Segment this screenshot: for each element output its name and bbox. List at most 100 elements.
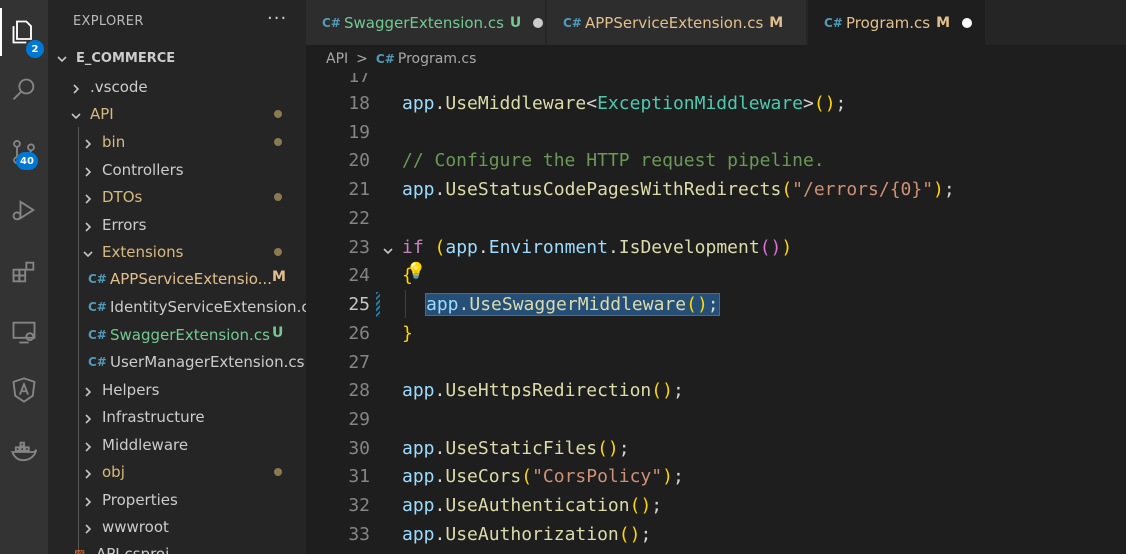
tree-item-label: Controllers [102,160,184,179]
tab-program[interactable]: C# Program.cs M [808,0,986,45]
tree-item-label: wwwroot [102,517,169,536]
tree-folder-wwwroot[interactable]: wwwroot [48,513,306,540]
lightbulb-icon[interactable]: 💡 [406,261,426,280]
line-number: 28 [348,380,370,401]
tree-folder-errors[interactable]: Errors [48,211,306,238]
code-line: 33 app.UseAuthorization(); [306,520,1126,549]
workspace-root[interactable]: E_COMMERCE [48,45,306,72]
tree-item-label: .vscode [90,77,148,96]
git-status-modified: M [272,269,286,285]
code-line: 19 [306,118,1126,147]
tree-item-label: bin [102,132,126,151]
tab-status-modified: M [769,14,784,31]
unsaved-dot[interactable] [962,17,973,28]
scm-badge: 40 [16,152,38,170]
csharp-file-icon: C# [88,327,107,342]
code-text: app.UseCors("CorsPolicy"); [402,466,684,487]
tree-item-label: DTOs [102,187,143,206]
line-number: 20 [348,150,370,171]
code-line: 31 app.UseCors("CorsPolicy"); [306,462,1126,491]
csharp-file-icon: C# [88,354,107,369]
tree-folder-dtos[interactable]: DTOs [48,183,306,210]
tree-folder-obj[interactable]: obj [48,458,306,485]
line-number: 29 [348,409,370,430]
chevron-right-icon [70,81,82,94]
tree-item-label: Helpers [102,380,160,399]
extensions-icon[interactable] [0,248,48,296]
tree-file-swaggerextension[interactable]: C# SwaggerExtension.cs U [48,321,306,348]
tree-folder-api[interactable]: API [48,100,306,127]
line-number: 31 [348,466,370,487]
code-line: 21 app.UseStatusCodePagesWithRedirects("… [306,175,1126,204]
tree-item-label: API.csproj [96,544,170,554]
code-line: 27 [306,348,1126,377]
line-number: 27 [348,352,370,373]
code-line-current: 25 app.UseSwaggerMiddleware(); [306,290,1126,319]
code-line: 18 app.UseMiddleware<ExceptionMiddleware… [306,89,1126,118]
tab-swaggerextension[interactable]: C# SwaggerExtension.cs U [306,0,546,45]
tab-label: Program.cs [846,13,931,32]
line-number: 21 [348,179,370,200]
chevron-down-icon [56,53,68,65]
line-number: 19 [348,122,370,143]
breadcrumb-item-program[interactable]: Program.cs [398,51,477,67]
tree-folder-helpers[interactable]: Helpers [48,376,306,403]
csharp-file-icon: C# [88,299,107,314]
tab-appserviceextension[interactable]: C# APPServiceExtension.cs M [547,0,807,45]
csharp-file-icon: C# [563,15,582,30]
tree-folder-infrastructure[interactable]: Infrastructure [48,403,306,430]
csharp-file-icon: C# [88,271,107,286]
line-number: 23 [348,237,370,258]
tree-item-label: Errors [102,215,147,234]
search-icon[interactable] [0,66,48,114]
code-line: 32 app.UseAuthentication(); [306,491,1126,520]
source-control-icon[interactable]: 40 [0,128,48,176]
unsaved-dot[interactable] [533,17,544,28]
line-number: 25 [348,294,370,315]
code-editor[interactable]: 17 18 app.UseMiddleware<ExceptionMiddlew… [306,73,1126,554]
editor-tabs: C# SwaggerExtension.cs U C# APPServiceEx… [306,0,1126,45]
code-line: 23 if (app.Environment.IsDevelopment()) [306,233,1126,262]
tree-file-identityserviceextension[interactable]: C# IdentityServiceExtension.cs [48,293,306,320]
tree-folder-vscode[interactable]: .vscode [48,73,306,100]
modified-dot [274,248,282,256]
dirty-diff-marker[interactable] [376,292,380,317]
docker-icon[interactable] [0,428,48,476]
code-line: 30 app.UseStaticFiles(); [306,434,1126,463]
breadcrumb-item-api[interactable]: API [326,51,348,67]
tab-status-modified: M [936,14,951,31]
fold-chevron-down-icon[interactable] [382,241,394,255]
tree-item-label: IdentityServiceExtension.cs [110,297,306,316]
chevron-down-icon [70,108,82,120]
tree-file-api-csproj[interactable]: ▨ API.csproj [48,540,306,554]
tree-folder-extensions[interactable]: Extensions [48,238,306,265]
code-line: 28 app.UseHttpsRedirection(); [306,376,1126,405]
chevron-right-icon: > [356,51,368,67]
line-number: 17 [348,73,370,87]
tree-file-appserviceextension[interactable]: C# APPServiceExtensio... M [48,265,306,292]
tab-label: APPServiceExtension.cs [585,13,764,32]
angular-icon[interactable] [0,366,48,414]
run-debug-icon[interactable] [0,186,48,234]
tree-item-label: APPServiceExtensio... [110,269,272,288]
chevron-down-icon [82,246,94,258]
code-text: app.UseAuthorization(); [402,524,652,545]
modified-dot [274,138,282,146]
code-text: app.UseStatusCodePagesWithRedirects("/er… [402,179,955,200]
tree-folder-bin[interactable]: bin [48,128,306,155]
tree-folder-controllers[interactable]: Controllers [48,156,306,183]
more-actions-icon[interactable]: ··· [267,8,287,29]
tree-folder-middleware[interactable]: Middleware [48,431,306,458]
code-line: 22 [306,204,1126,233]
tree-item-label: Infrastructure [102,407,205,426]
remote-explorer-icon[interactable] [0,308,48,356]
explorer-badge: 2 [26,40,44,58]
tree-folder-properties[interactable]: Properties [48,486,306,513]
tree-item-label: SwaggerExtension.cs [110,325,270,344]
chevron-right-icon [82,219,94,232]
files-icon[interactable]: 2 [0,8,48,58]
code-line: 24 { 💡 [306,261,1126,290]
tree-file-usermanagerextension[interactable]: C# UserManagerExtension.cs [48,348,306,375]
tab-status-untracked: U [509,14,522,31]
code-line: 26 } [306,319,1126,348]
